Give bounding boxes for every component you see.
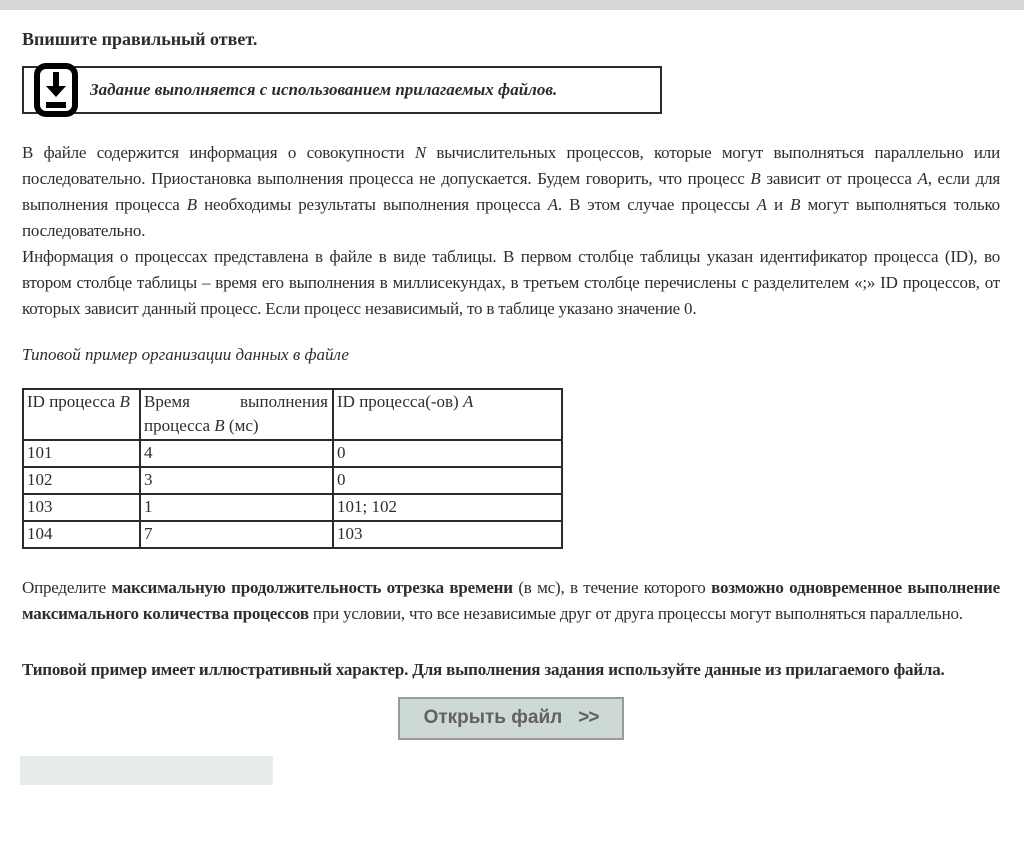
text-segment: ID процесса: [27, 392, 119, 411]
variable-b: B: [187, 195, 197, 214]
variable-a: A: [548, 195, 558, 214]
variable-a: A: [757, 195, 767, 214]
table-cell: 102: [23, 467, 140, 494]
text-segment: при условии, что все независимые друг от…: [309, 604, 963, 623]
table-cell: 1: [140, 494, 333, 521]
attachment-notice-text: Задание выполняется с использованием при…: [90, 80, 557, 100]
table-cell: 103: [23, 494, 140, 521]
button-row: Открыть файл >>: [22, 697, 1000, 740]
table-cell: 0: [333, 467, 562, 494]
header-cell-time: Время выполнения процесса B (мс): [140, 389, 333, 440]
table-row: 101 4 0: [23, 440, 562, 467]
paragraph-task-intro: В файле содержится информация о совокупн…: [22, 140, 1000, 244]
download-icon: [34, 63, 78, 117]
table-cell: 101; 102: [333, 494, 562, 521]
variable-b: B: [214, 416, 224, 435]
paragraph-file-format: Информация о процессах представлена в фа…: [22, 244, 1000, 322]
header-cell-id-b: ID процесса B: [23, 389, 140, 440]
text-segment: зависит от процесса: [761, 169, 918, 188]
table-header-row: ID процесса B Время выполнения процесса …: [23, 389, 562, 440]
variable-b: B: [119, 392, 129, 411]
table-cell: 0: [333, 440, 562, 467]
text-segment: и: [767, 195, 790, 214]
double-chevron-right-icon: >>: [578, 707, 598, 728]
paragraph-note: Типовой пример имеет иллюстративный хара…: [22, 657, 1000, 683]
text-segment: (в мс), в течение которого: [513, 578, 711, 597]
table-cell: 7: [140, 521, 333, 548]
table-row: 102 3 0: [23, 467, 562, 494]
example-caption: Типовой пример организации данных в файл…: [22, 344, 1000, 366]
open-file-button-label: Открыть файл: [424, 707, 563, 728]
page-title: Впишите правильный ответ.: [22, 28, 1000, 50]
table-cell: 104: [23, 521, 140, 548]
variable-b: B: [750, 169, 760, 188]
open-file-button[interactable]: Открыть файл >>: [398, 697, 625, 740]
text-segment: В файле содержится информация о совокупн…: [22, 143, 415, 162]
text-segment: (мс): [225, 416, 259, 435]
example-table: ID процесса B Время выполнения процесса …: [22, 388, 563, 549]
table-cell: 3: [140, 467, 333, 494]
table-row: 103 1 101; 102: [23, 494, 562, 521]
answer-input[interactable]: [20, 756, 273, 785]
text-segment: ID процесса(-ов): [337, 392, 463, 411]
text-segment: . В этом случае процессы: [558, 195, 757, 214]
text-segment: необходимы результаты выполнения процесс…: [197, 195, 548, 214]
text-segment: Определите: [22, 578, 111, 597]
question-bold-segment: максимальную продолжительность отрезка в…: [111, 578, 512, 597]
header-cell-deps: ID процесса(-ов) A: [333, 389, 562, 440]
variable-a: A: [463, 392, 473, 411]
top-bar: [0, 0, 1024, 10]
variable-n: N: [415, 143, 426, 162]
variable-b: B: [790, 195, 800, 214]
task-content: Впишите правильный ответ. Задание выполн…: [0, 28, 1024, 785]
table-cell: 4: [140, 440, 333, 467]
variable-a: A: [918, 169, 928, 188]
table-row: 104 7 103: [23, 521, 562, 548]
table-cell: 101: [23, 440, 140, 467]
table-cell: 103: [333, 521, 562, 548]
paragraph-question: Определите максимальную продолжительност…: [22, 575, 1000, 627]
attachment-notice: Задание выполняется с использованием при…: [22, 66, 662, 114]
